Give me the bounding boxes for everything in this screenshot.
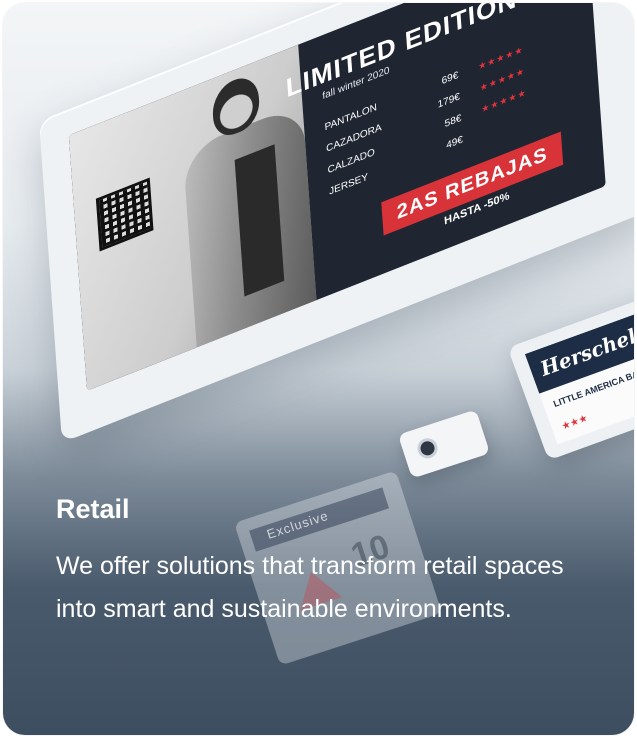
card-title: Retail <box>56 494 130 524</box>
rating-stars-icon: ★★★ <box>560 412 590 433</box>
screen-photo-panel <box>68 44 318 391</box>
sensor-device <box>397 409 491 479</box>
secondary-display-device: Herschel LITTLE AMERICA BACKPACK ★★★ <box>507 289 634 461</box>
qr-code-icon <box>95 177 154 252</box>
retail-card[interactable]: LIMITED EDITION fall winter 2020 PANTALO… <box>3 3 634 735</box>
main-display-screen: LIMITED EDITION fall winter 2020 PANTALO… <box>68 3 606 391</box>
card-description: We offer solutions that transform retail… <box>56 552 564 623</box>
camera-lens-icon <box>414 435 441 461</box>
secondary-display-screen: Herschel LITTLE AMERICA BACKPACK ★★★ <box>524 302 634 445</box>
